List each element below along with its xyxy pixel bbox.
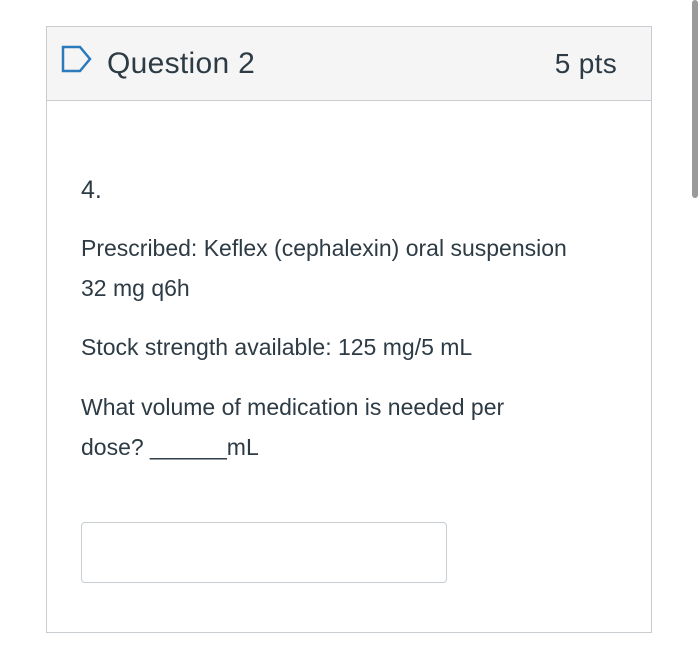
question-title: Question 2 [107, 47, 256, 80]
stock-strength-text: Stock strength available: 125 mg/5 mL [81, 334, 473, 360]
question-number: 4. [81, 176, 102, 204]
question-prompt-line-1: What volume of medication is needed per [81, 394, 505, 420]
prescription-line-1: Prescribed: Keflex (cephalexin) oral sus… [81, 235, 567, 261]
answer-input[interactable] [81, 522, 447, 583]
page-scrollbar[interactable] [692, 0, 698, 198]
question-prompt-line-2: dose? ______mL [81, 434, 259, 460]
prescription-text: Prescribed: Keflex (cephalexin) oral sus… [81, 228, 626, 308]
quiz-page: Question 2 5 pts 4. Prescribed: Keflex (… [0, 0, 700, 663]
flag-icon[interactable] [60, 44, 94, 74]
prescription-line-2: 32 mg q6h [81, 275, 190, 301]
question-prompt: What volume of medication is needed per … [81, 387, 626, 467]
question-points: 5 pts [554, 48, 617, 79]
question-card: Question 2 5 pts 4. Prescribed: Keflex (… [46, 26, 652, 633]
question-header: Question 2 5 pts [47, 27, 651, 101]
